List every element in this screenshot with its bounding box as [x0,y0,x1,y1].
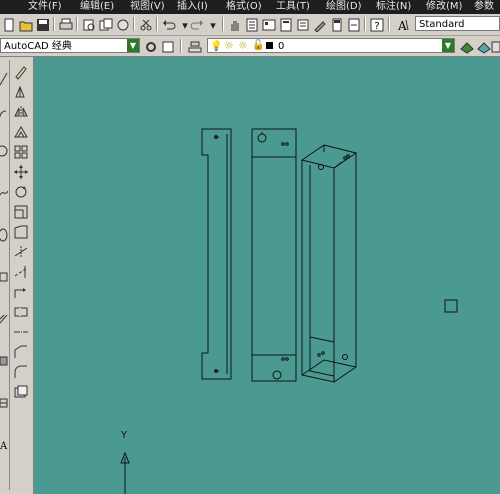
quick-calc-icon[interactable] [345,16,363,34]
break-at-point-icon[interactable] [12,283,30,301]
ucs-y-label: Y [121,430,128,441]
draw-ellipse-partial-icon[interactable] [0,227,8,243]
help-icon[interactable]: ? [368,16,386,34]
markup-icon[interactable] [311,16,329,34]
text-style-icon[interactable]: A [393,16,413,34]
chevron-down-icon: ▼ [442,39,454,52]
mirror-icon[interactable] [12,103,30,121]
rotate-icon[interactable] [12,183,30,201]
layer-state-icon[interactable] [490,38,500,56]
ucs-icon [120,451,130,494]
fillet-icon[interactable] [12,363,30,381]
menu-parametric[interactable]: 参数 [474,0,494,14]
layer-name: 0 [278,41,285,52]
menu-view[interactable]: 视图(V) [130,0,165,14]
svg-text:A: A [0,441,8,452]
svg-text:?: ? [374,21,379,32]
draw-line-partial-icon[interactable] [0,71,8,87]
stretch-icon[interactable] [12,223,30,241]
lock-icon: 🔓 [252,40,265,51]
part-isometric-view [300,144,358,383]
plot-preview-icon[interactable] [80,16,98,34]
save-icon[interactable] [34,16,52,34]
move-icon[interactable] [12,163,30,181]
insert-block-partial-icon[interactable] [0,269,8,285]
cut-icon[interactable] [137,16,155,34]
menu-file[interactable]: 文件(F) [28,0,62,14]
viewport-freeze-icon: ☼ [238,39,248,52]
break-icon[interactable] [12,303,30,321]
hatch-partial-icon[interactable] [0,311,8,327]
standard-toolbar: ▾ ▾ ? A Standard [0,14,500,36]
copy-icon[interactable] [12,83,30,101]
menu-edit[interactable]: 编辑(E) [80,0,114,14]
print-icon[interactable] [57,16,75,34]
workspace-select[interactable]: AutoCAD 经典 ▼ [0,38,140,53]
publish-icon[interactable] [97,16,115,34]
sun-icon: ☼ [224,39,234,52]
text-style-select[interactable]: Standard [415,16,500,31]
menu-tools[interactable]: 工具(T) [276,0,310,14]
join-icon[interactable] [12,323,30,341]
scale-icon[interactable] [12,203,30,221]
pan-icon[interactable] [226,16,244,34]
pickbox-cursor [444,299,458,313]
workspace-settings-icon[interactable] [142,38,160,56]
part-side-view [201,128,232,380]
lightbulb-icon: 💡 [210,41,223,52]
trim-icon[interactable] [12,243,30,261]
menu-bar: 文件(F) 编辑(E) 视图(V) 插入(I) 格式(O) 工具(T) 绘图(D… [0,0,500,14]
chamfer-icon[interactable] [12,343,30,361]
workspace-label: AutoCAD 经典 [4,41,72,52]
draw-spline-partial-icon[interactable] [0,185,9,201]
layer-color-swatch [266,42,273,49]
toolbar-divider [9,60,10,490]
calculator-icon[interactable] [328,16,346,34]
new-icon[interactable] [0,16,18,34]
tool-palettes-icon[interactable] [277,16,295,34]
region-partial-icon[interactable] [0,353,8,369]
draw-circle-partial-icon[interactable] [0,143,8,159]
explode-icon[interactable] [12,383,30,401]
my-workspace-icon[interactable] [159,38,177,56]
layer-select[interactable]: 💡 ☼ ☼ 🔓 0 ▼ [207,38,455,53]
draw-arc-partial-icon[interactable] [0,105,8,121]
table-partial-icon[interactable] [0,395,8,411]
drawing-canvas[interactable]: Y [34,57,500,494]
menu-draw[interactable]: 绘图(D) [326,0,362,14]
layer-manager-icon[interactable] [186,38,204,56]
menu-dimension[interactable]: 标注(N) [376,0,411,14]
menu-modify[interactable]: 修改(M) [426,0,462,14]
mtext-partial-icon[interactable]: A [0,437,8,453]
make-current-layer-icon[interactable] [458,38,476,56]
layers-toolbar: AutoCAD 经典 ▼ 💡 ☼ ☼ 🔓 0 ▼ [0,36,500,57]
offset-icon[interactable] [12,123,30,141]
chevron-down-icon: ▼ [127,39,139,52]
open-icon[interactable] [17,16,35,34]
array-icon[interactable] [12,143,30,161]
3d-dwf-icon[interactable] [114,16,132,34]
properties-icon[interactable] [243,16,261,34]
part-front-view [251,128,297,382]
redo-dropdown-icon[interactable]: ▾ [204,16,222,34]
design-center-icon[interactable] [260,16,278,34]
menu-format[interactable]: 格式(O) [226,0,262,14]
sheet-set-icon[interactable] [294,16,312,34]
extend-icon[interactable] [12,263,30,281]
erase-icon[interactable] [12,63,30,81]
menu-insert[interactable]: 插入(I) [177,0,208,14]
svg-text:A: A [397,19,407,32]
drawing-svg [120,128,458,494]
draw-modify-toolbar: A [0,57,34,494]
